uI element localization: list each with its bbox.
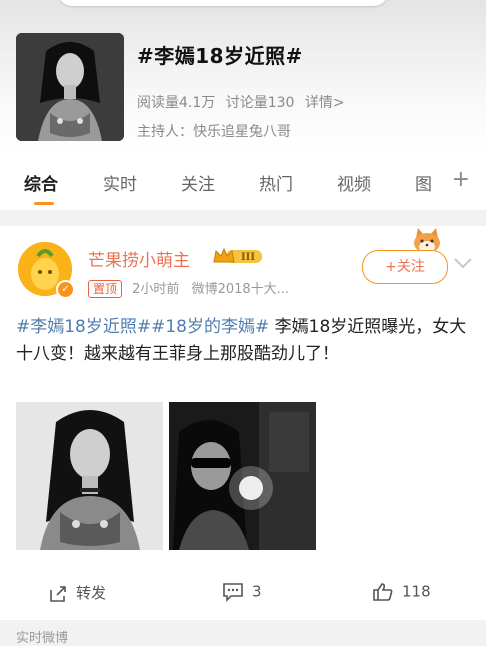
post-meta: 置顶 2小时前 微博2018十大... xyxy=(88,278,289,298)
read-count: 阅读量4.1万 xyxy=(137,95,216,111)
topic-header: #李嫣18岁近照# 阅读量4.1万 讨论量130 详情> 主持人：快乐追星兔八哥 xyxy=(0,0,486,150)
post-text: #李嫣18岁近照##18岁的李嫣# 李嫣18岁近照曝光，女大十八变！越来越有王菲… xyxy=(16,314,472,368)
tab-bar: 综合 实时 关注 热门 视频 图 + xyxy=(0,150,486,210)
post-source: 微博2018十大... xyxy=(191,282,290,297)
discuss-count: 讨论量130 xyxy=(225,95,295,111)
tab-shipin[interactable]: 视频 xyxy=(337,170,371,195)
tab-remen[interactable]: 热门 xyxy=(259,170,293,195)
repost-button[interactable]: 转发 xyxy=(48,582,106,604)
details-link[interactable]: 详情> xyxy=(305,95,345,111)
section-label: 实时微博 xyxy=(16,631,69,646)
comment-icon xyxy=(223,583,243,602)
topic-title: #李嫣18岁近照# xyxy=(137,44,303,68)
post-actions: 转发 3 118 xyxy=(0,572,486,612)
share-icon xyxy=(50,585,66,602)
author-name[interactable]: 芒果捞小萌主 xyxy=(88,246,190,271)
hashtag-link[interactable]: #18岁的李嫣# xyxy=(151,317,269,337)
topic-stats: 阅读量4.1万 讨论量130 详情> xyxy=(137,92,351,112)
add-tab-icon[interactable]: + xyxy=(452,167,470,192)
topic-host[interactable]: 主持人：快乐追星兔八哥 xyxy=(137,121,291,141)
follow-button[interactable]: +关注 xyxy=(362,250,448,284)
post-image[interactable] xyxy=(169,402,316,550)
like-count: 118 xyxy=(402,582,431,601)
realtime-section-header: 实时微博 xyxy=(0,620,486,646)
post-time: 2小时前 xyxy=(132,282,180,297)
topic-cover-image[interactable] xyxy=(16,33,124,141)
crown-level-text: III xyxy=(241,252,255,263)
pinned-badge: 置顶 xyxy=(88,280,123,298)
search-bar[interactable] xyxy=(58,0,388,6)
verified-icon: ✓ xyxy=(56,280,75,299)
post-image[interactable] xyxy=(16,402,163,550)
tab-tu[interactable]: 图 xyxy=(415,170,432,195)
comment-button[interactable]: 3 xyxy=(222,582,262,602)
comment-count: 3 xyxy=(252,582,262,601)
tab-guanzhu[interactable]: 关注 xyxy=(181,170,215,195)
post-card: ✓ 芒果捞小萌主 III 置顶 2小时前 微博2018十大... +关注 #李嫣… xyxy=(0,226,486,620)
like-button[interactable]: 118 xyxy=(372,582,431,602)
hashtag-link[interactable]: #李嫣18岁近照# xyxy=(16,317,151,337)
chevron-down-icon[interactable] xyxy=(452,254,474,272)
tab-zonghe[interactable]: 综合 xyxy=(24,170,58,195)
crown-level-icon: III xyxy=(212,246,264,266)
repost-label: 转发 xyxy=(76,584,107,602)
thumbs-up-icon xyxy=(373,583,393,601)
active-tab-indicator xyxy=(34,202,54,205)
tab-shishi[interactable]: 实时 xyxy=(103,170,137,195)
